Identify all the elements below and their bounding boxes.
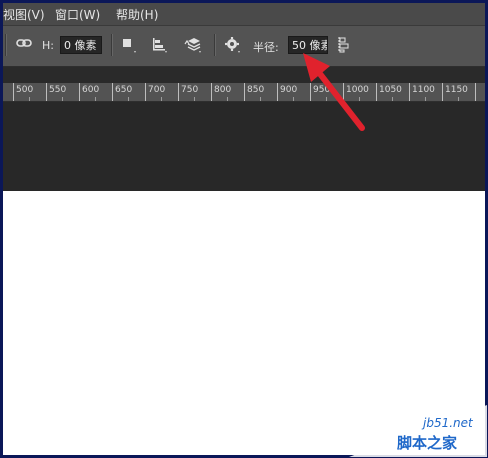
app-window: 视图(V) 窗口(W) 帮助(H) H: 0 像素 半径: 50 像素 500 …: [3, 3, 485, 455]
ruler-tick: [112, 83, 113, 101]
ruler-tick: [145, 83, 146, 101]
watermark-site: jb51.net: [423, 416, 473, 430]
ruler-label: 900: [280, 85, 298, 95]
ruler-minor-tick: [161, 97, 162, 101]
ruler-minor-tick: [227, 97, 228, 101]
ruler-minor-tick: [293, 97, 294, 101]
ruler-label: 1000: [346, 85, 369, 95]
ruler-label: 850: [247, 85, 265, 95]
divider: [214, 34, 216, 56]
ruler-tick: [475, 83, 476, 101]
menu-window[interactable]: 窗口(W): [55, 6, 100, 23]
ruler-tick: [409, 83, 410, 101]
ruler-tick: [46, 83, 47, 101]
ruler-tick: [343, 83, 344, 101]
ruler-minor-tick: [194, 97, 195, 101]
ruler-tick: [178, 83, 179, 101]
ruler-label: 950: [313, 85, 331, 95]
radius-label: 半径:: [253, 41, 279, 54]
ruler-label: 800: [214, 85, 232, 95]
menu-bar: 视图(V) 窗口(W) 帮助(H): [3, 3, 485, 25]
ruler-minor-tick: [260, 97, 261, 101]
menu-view[interactable]: 视图(V): [3, 6, 45, 23]
ruler-label: 1150: [445, 85, 468, 95]
ruler-tick: [211, 83, 212, 101]
ruler-tick: [79, 83, 80, 101]
ruler-label: 500: [16, 85, 34, 95]
height-field[interactable]: 0 像素: [60, 36, 102, 54]
ruler-label: 650: [115, 85, 133, 95]
height-label: H:: [42, 39, 54, 52]
path-alignment-icon[interactable]: [150, 35, 170, 55]
ruler-minor-tick: [95, 97, 96, 101]
pasteboard: [3, 102, 485, 191]
ruler-label: 550: [49, 85, 67, 95]
radius-field[interactable]: 50 像素: [288, 36, 328, 54]
ruler-minor-tick: [62, 97, 63, 101]
horizontal-ruler[interactable]: 500 550 600 650 700 750 800 850 900 950 …: [3, 83, 485, 102]
watermark-name: 脚本之家: [397, 434, 458, 452]
ruler-tick: [310, 83, 311, 101]
ruler-tick: [442, 83, 443, 101]
ruler-label: 600: [82, 85, 100, 95]
divider: [5, 34, 7, 56]
ruler-minor-tick: [128, 97, 129, 101]
ruler-tick: [13, 83, 14, 101]
path-arrangement-icon[interactable]: [182, 35, 202, 55]
ruler-minor-tick: [29, 97, 30, 101]
ruler-minor-tick: [392, 97, 393, 101]
ruler-label: 1100: [412, 85, 435, 95]
align-edges-icon[interactable]: [335, 35, 355, 55]
ruler-tick: [376, 83, 377, 101]
ruler-minor-tick: [359, 97, 360, 101]
divider: [111, 34, 113, 56]
menu-help[interactable]: 帮助(H): [116, 6, 158, 23]
ruler-minor-tick: [326, 97, 327, 101]
ruler-tick: [244, 83, 245, 101]
link-icon[interactable]: [14, 35, 34, 55]
ruler-minor-tick: [458, 97, 459, 101]
ruler-label: 1050: [379, 85, 402, 95]
gear-icon[interactable]: [223, 35, 243, 55]
ruler-label: 750: [181, 85, 199, 95]
ruler-minor-tick: [425, 97, 426, 101]
ruler-tick: [277, 83, 278, 101]
ruler-label: 700: [148, 85, 166, 95]
path-operations-icon[interactable]: [119, 35, 139, 55]
options-bar: H: 0 像素 半径: 50 像素: [3, 25, 485, 67]
